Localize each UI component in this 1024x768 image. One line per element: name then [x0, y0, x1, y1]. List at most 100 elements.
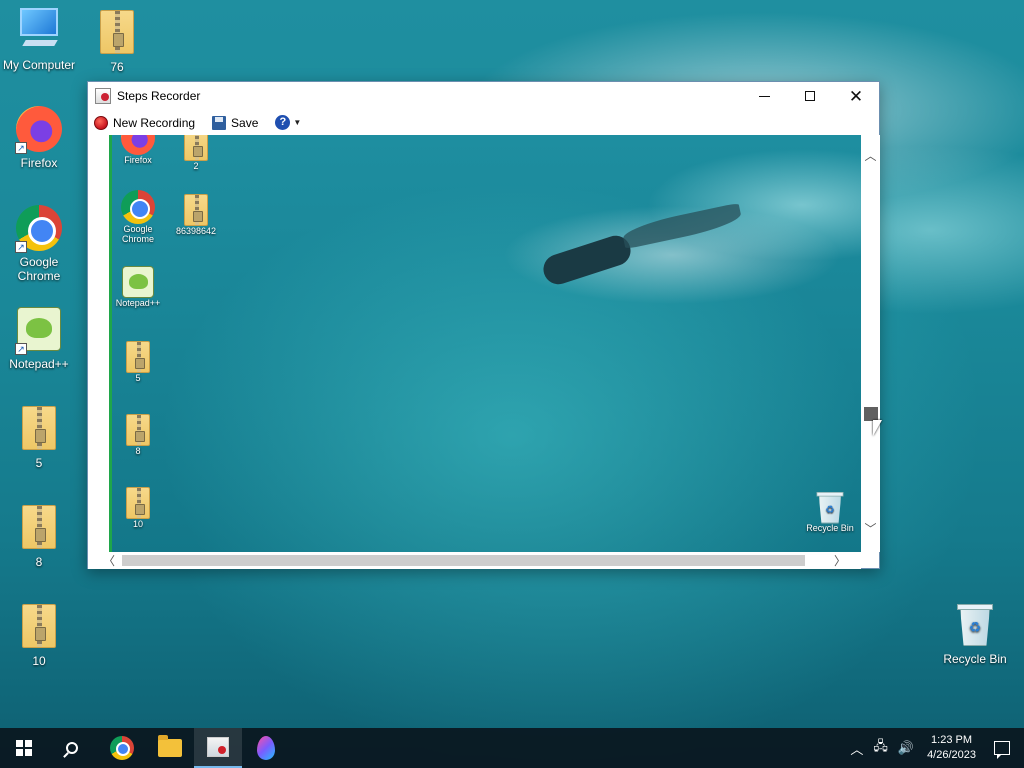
- maximize-button[interactable]: [787, 82, 833, 110]
- desktop-icon-notepad-plus-plus[interactable]: ↗ Notepad++: [0, 307, 78, 371]
- taskbar: ︿ 🖧 🔊 1:23 PM 4/26/2023: [0, 728, 1024, 768]
- chevron-down-icon: ▼: [293, 118, 302, 127]
- computer-icon: [16, 8, 62, 52]
- horizontal-scroll-thumb[interactable]: [122, 555, 805, 566]
- desktop-icon-10[interactable]: 10: [0, 602, 78, 668]
- zip-folder-icon: [126, 414, 150, 446]
- desktop-icon-76[interactable]: 76: [78, 8, 156, 74]
- screenshot-icon-5: 5: [112, 339, 166, 383]
- zip-folder-icon: [100, 10, 134, 54]
- windows-logo-icon: [16, 740, 32, 756]
- chevron-up-icon[interactable]: ︿: [845, 739, 868, 758]
- desktop-icon-label: Recycle Bin: [943, 652, 1007, 666]
- screenshot-icon-label: 8: [135, 446, 141, 456]
- shortcut-arrow-icon: ↗: [15, 241, 27, 253]
- desktop-icon-label: Firefox: [20, 156, 58, 170]
- screenshot-icon-86398642: 86398642: [168, 192, 224, 236]
- screenshot-icon-notepad-plus-plus: Notepad++: [112, 266, 166, 308]
- maximize-icon: [805, 91, 815, 101]
- save-label: Save: [231, 115, 259, 130]
- clock[interactable]: 1:23 PM 4/26/2023: [919, 733, 984, 763]
- paint-3d-icon: [257, 736, 275, 760]
- scroll-right-icon[interactable]: 〉: [831, 552, 849, 569]
- recycle-bin-icon: ♻: [816, 491, 845, 524]
- screenshot-icon-label: 5: [135, 373, 141, 383]
- record-icon: [94, 115, 108, 130]
- zip-folder-icon: [126, 341, 150, 373]
- desktop-icon-label: 5: [35, 456, 43, 470]
- screenshot-icon-8: 8: [112, 412, 166, 456]
- save-button[interactable]: Save: [209, 112, 264, 134]
- clock-time: 1:23 PM: [931, 734, 973, 746]
- notepad-plus-plus-icon: [122, 266, 154, 298]
- scroll-up-icon[interactable]: ︿: [861, 147, 880, 165]
- help-button[interactable]: ? ▼: [272, 112, 307, 134]
- screenshot-icon-label: Google Chrome: [121, 224, 154, 244]
- desktop-icon-google-chrome[interactable]: ↗ Google Chrome: [0, 205, 78, 283]
- new-recording-label: New Recording: [113, 115, 196, 130]
- firefox-icon: [121, 135, 155, 155]
- taskbar-steps-recorder[interactable]: [194, 728, 242, 768]
- zip-folder-icon: [22, 505, 56, 549]
- screenshot-icon-label: 10: [132, 519, 143, 529]
- start-button[interactable]: [0, 728, 48, 768]
- screenshot-icon-label: 2: [193, 161, 199, 171]
- horizontal-scrollbar[interactable]: 〈 〉: [88, 552, 861, 569]
- zip-folder-icon: [126, 487, 150, 519]
- screenshot-icon-10: 10: [112, 485, 166, 529]
- notification-center-icon[interactable]: [994, 741, 1010, 759]
- new-recording-button[interactable]: New Recording: [91, 112, 201, 134]
- network-icon[interactable]: 🖧: [868, 737, 893, 759]
- minimize-icon: [758, 95, 770, 97]
- screenshot-icon-label: 86398642: [175, 226, 217, 236]
- screenshot-icon-label: Notepad++: [115, 298, 161, 308]
- screenshot-icon-google-chrome: Google Chrome: [112, 190, 166, 244]
- screenshot-icon-firefox: Firefox: [112, 135, 166, 165]
- scroll-left-icon[interactable]: 〈: [100, 552, 118, 569]
- minimize-button[interactable]: [741, 82, 787, 110]
- zip-folder-icon: [22, 604, 56, 648]
- shortcut-arrow-icon: ↗: [15, 142, 27, 154]
- volume-icon[interactable]: 🔊: [893, 740, 919, 756]
- desktop-icon-label: 10: [32, 654, 46, 668]
- search-icon: [66, 742, 78, 754]
- desktop-icon-label: 76: [110, 60, 124, 74]
- steps-recorder-app-icon: [95, 88, 111, 104]
- steps-recorder-window: Steps Recorder ✕ New Recording Save ? ▼ …: [87, 81, 880, 569]
- close-button[interactable]: ✕: [833, 82, 879, 110]
- screenshot-icon-label: Recycle Bin: [806, 523, 854, 533]
- desktop-icon-firefox[interactable]: ↗ Firefox: [0, 106, 78, 170]
- taskbar-paint-3d[interactable]: [242, 728, 290, 768]
- search-button[interactable]: [48, 728, 96, 768]
- chrome-icon: [121, 190, 155, 224]
- steps-recorder-icon: [207, 737, 229, 757]
- save-icon: [212, 115, 227, 130]
- scroll-down-icon[interactable]: ﹀: [861, 520, 880, 538]
- desktop-icon-my-computer[interactable]: My Computer: [0, 8, 78, 72]
- recorded-screenshot-viewport: Firefox 2 Google Chrome 86398642 Notepad…: [109, 135, 861, 552]
- taskbar-chrome[interactable]: [98, 728, 146, 768]
- zip-folder-icon: [22, 406, 56, 450]
- clock-date: 4/26/2023: [927, 749, 976, 761]
- chrome-icon: [110, 736, 134, 760]
- zip-folder-icon: [184, 194, 208, 226]
- close-icon: ✕: [848, 86, 864, 106]
- recycle-bin-icon: ♻: [956, 602, 994, 646]
- vertical-scroll-thumb[interactable]: [864, 407, 878, 421]
- screenshot-icon-recycle-bin: ♻ Recycle Bin: [802, 485, 858, 533]
- taskbar-file-explorer[interactable]: [146, 728, 194, 768]
- desktop-icon-label: Notepad++: [9, 357, 69, 371]
- screenshot-icon-2: 2: [168, 135, 224, 171]
- desktop-icon-5[interactable]: 5: [0, 404, 78, 470]
- diver-image: [522, 202, 743, 315]
- desktop-icon-recycle-bin[interactable]: ♻ Recycle Bin: [936, 602, 1014, 666]
- vertical-scrollbar[interactable]: ︿ ﹀: [861, 135, 880, 552]
- window-title: Steps Recorder: [117, 89, 201, 103]
- file-explorer-icon: [158, 735, 182, 757]
- mouse-pointer-icon: [873, 420, 882, 436]
- screenshot-icon-label: Firefox: [124, 155, 152, 165]
- help-icon: ?: [275, 115, 291, 130]
- desktop-icon-8[interactable]: 8: [0, 503, 78, 569]
- title-bar[interactable]: Steps Recorder ✕: [88, 82, 879, 110]
- zip-folder-icon: [184, 135, 208, 161]
